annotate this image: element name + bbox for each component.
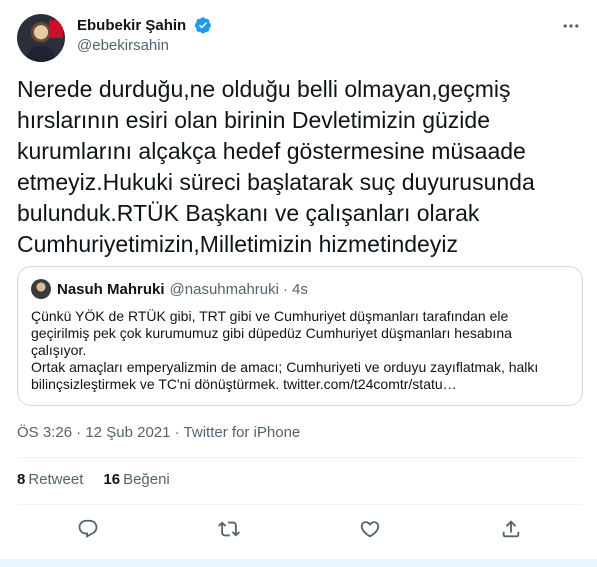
meta-separator: · [170, 424, 184, 441]
quoted-tweet-time: 4s [291, 280, 308, 298]
tweet-time[interactable]: ÖS 3:26 [17, 424, 72, 441]
author-handle[interactable]: @ebekirsahin [77, 37, 212, 54]
quoted-author-avatar [31, 279, 51, 299]
author-display-name[interactable]: Ebubekir Şahin [77, 17, 186, 34]
quoted-paragraph-1: Çünkü YÖK de RTÜK gibi, TRT gibi ve Cumh… [31, 308, 512, 358]
quoted-tweet-header: Nasuh Mahruki @nasuhmahruki · 4s [31, 279, 569, 299]
quoted-tweet-body: Çünkü YÖK de RTÜK gibi, TRT gibi ve Cumh… [31, 308, 569, 393]
share-button[interactable] [500, 518, 522, 540]
reply-button[interactable] [77, 518, 99, 540]
bottom-bar [0, 559, 597, 567]
retweet-icon [218, 521, 240, 537]
like-button[interactable] [359, 518, 381, 540]
retweet-stat[interactable]: 8 Retweet [17, 471, 83, 488]
quoted-author-handle: @nasuhmahruki [169, 280, 279, 298]
reply-icon [78, 519, 98, 538]
share-icon [502, 520, 520, 538]
quoted-separator: · [282, 280, 288, 298]
like-label: Beğeni [123, 471, 170, 488]
divider [17, 457, 583, 458]
tweet-meta: ÖS 3:26 · 12 Şub 2021 · Twitter for iPho… [17, 424, 300, 441]
tweet-header: Ebubekir Şahin @ebekirsahin [17, 12, 587, 62]
retweet-count: 8 [17, 471, 26, 488]
more-icon[interactable] [561, 16, 581, 36]
tweet-stats: 8 Retweet 16 Beğeni [17, 471, 190, 488]
author-block: Ebubekir Şahin @ebekirsahin [77, 16, 212, 54]
divider [17, 504, 583, 505]
quoted-author-name: Nasuh Mahruki [57, 280, 165, 298]
tweet-date[interactable]: 12 Şub 2021 [85, 424, 170, 441]
like-count: 16 [103, 471, 121, 488]
author-avatar[interactable] [17, 14, 65, 62]
heart-icon [360, 521, 380, 538]
quoted-paragraph-2: Ortak amaçları emperyalizmin de amacı; C… [31, 359, 539, 392]
retweet-button[interactable] [218, 518, 240, 540]
quoted-tweet[interactable]: Nasuh Mahruki @nasuhmahruki · 4s Çünkü Y… [17, 266, 583, 406]
verified-badge-icon [194, 17, 211, 34]
tweet-source[interactable]: Twitter for iPhone [184, 424, 301, 441]
retweet-label: Retweet [28, 471, 84, 488]
meta-separator: · [72, 424, 86, 441]
tweet-text: Nerede durduğu,ne olduğu belli olmayan,g… [17, 76, 535, 257]
like-stat[interactable]: 16 Beğeni [103, 471, 169, 488]
tweet-actions [17, 515, 583, 545]
